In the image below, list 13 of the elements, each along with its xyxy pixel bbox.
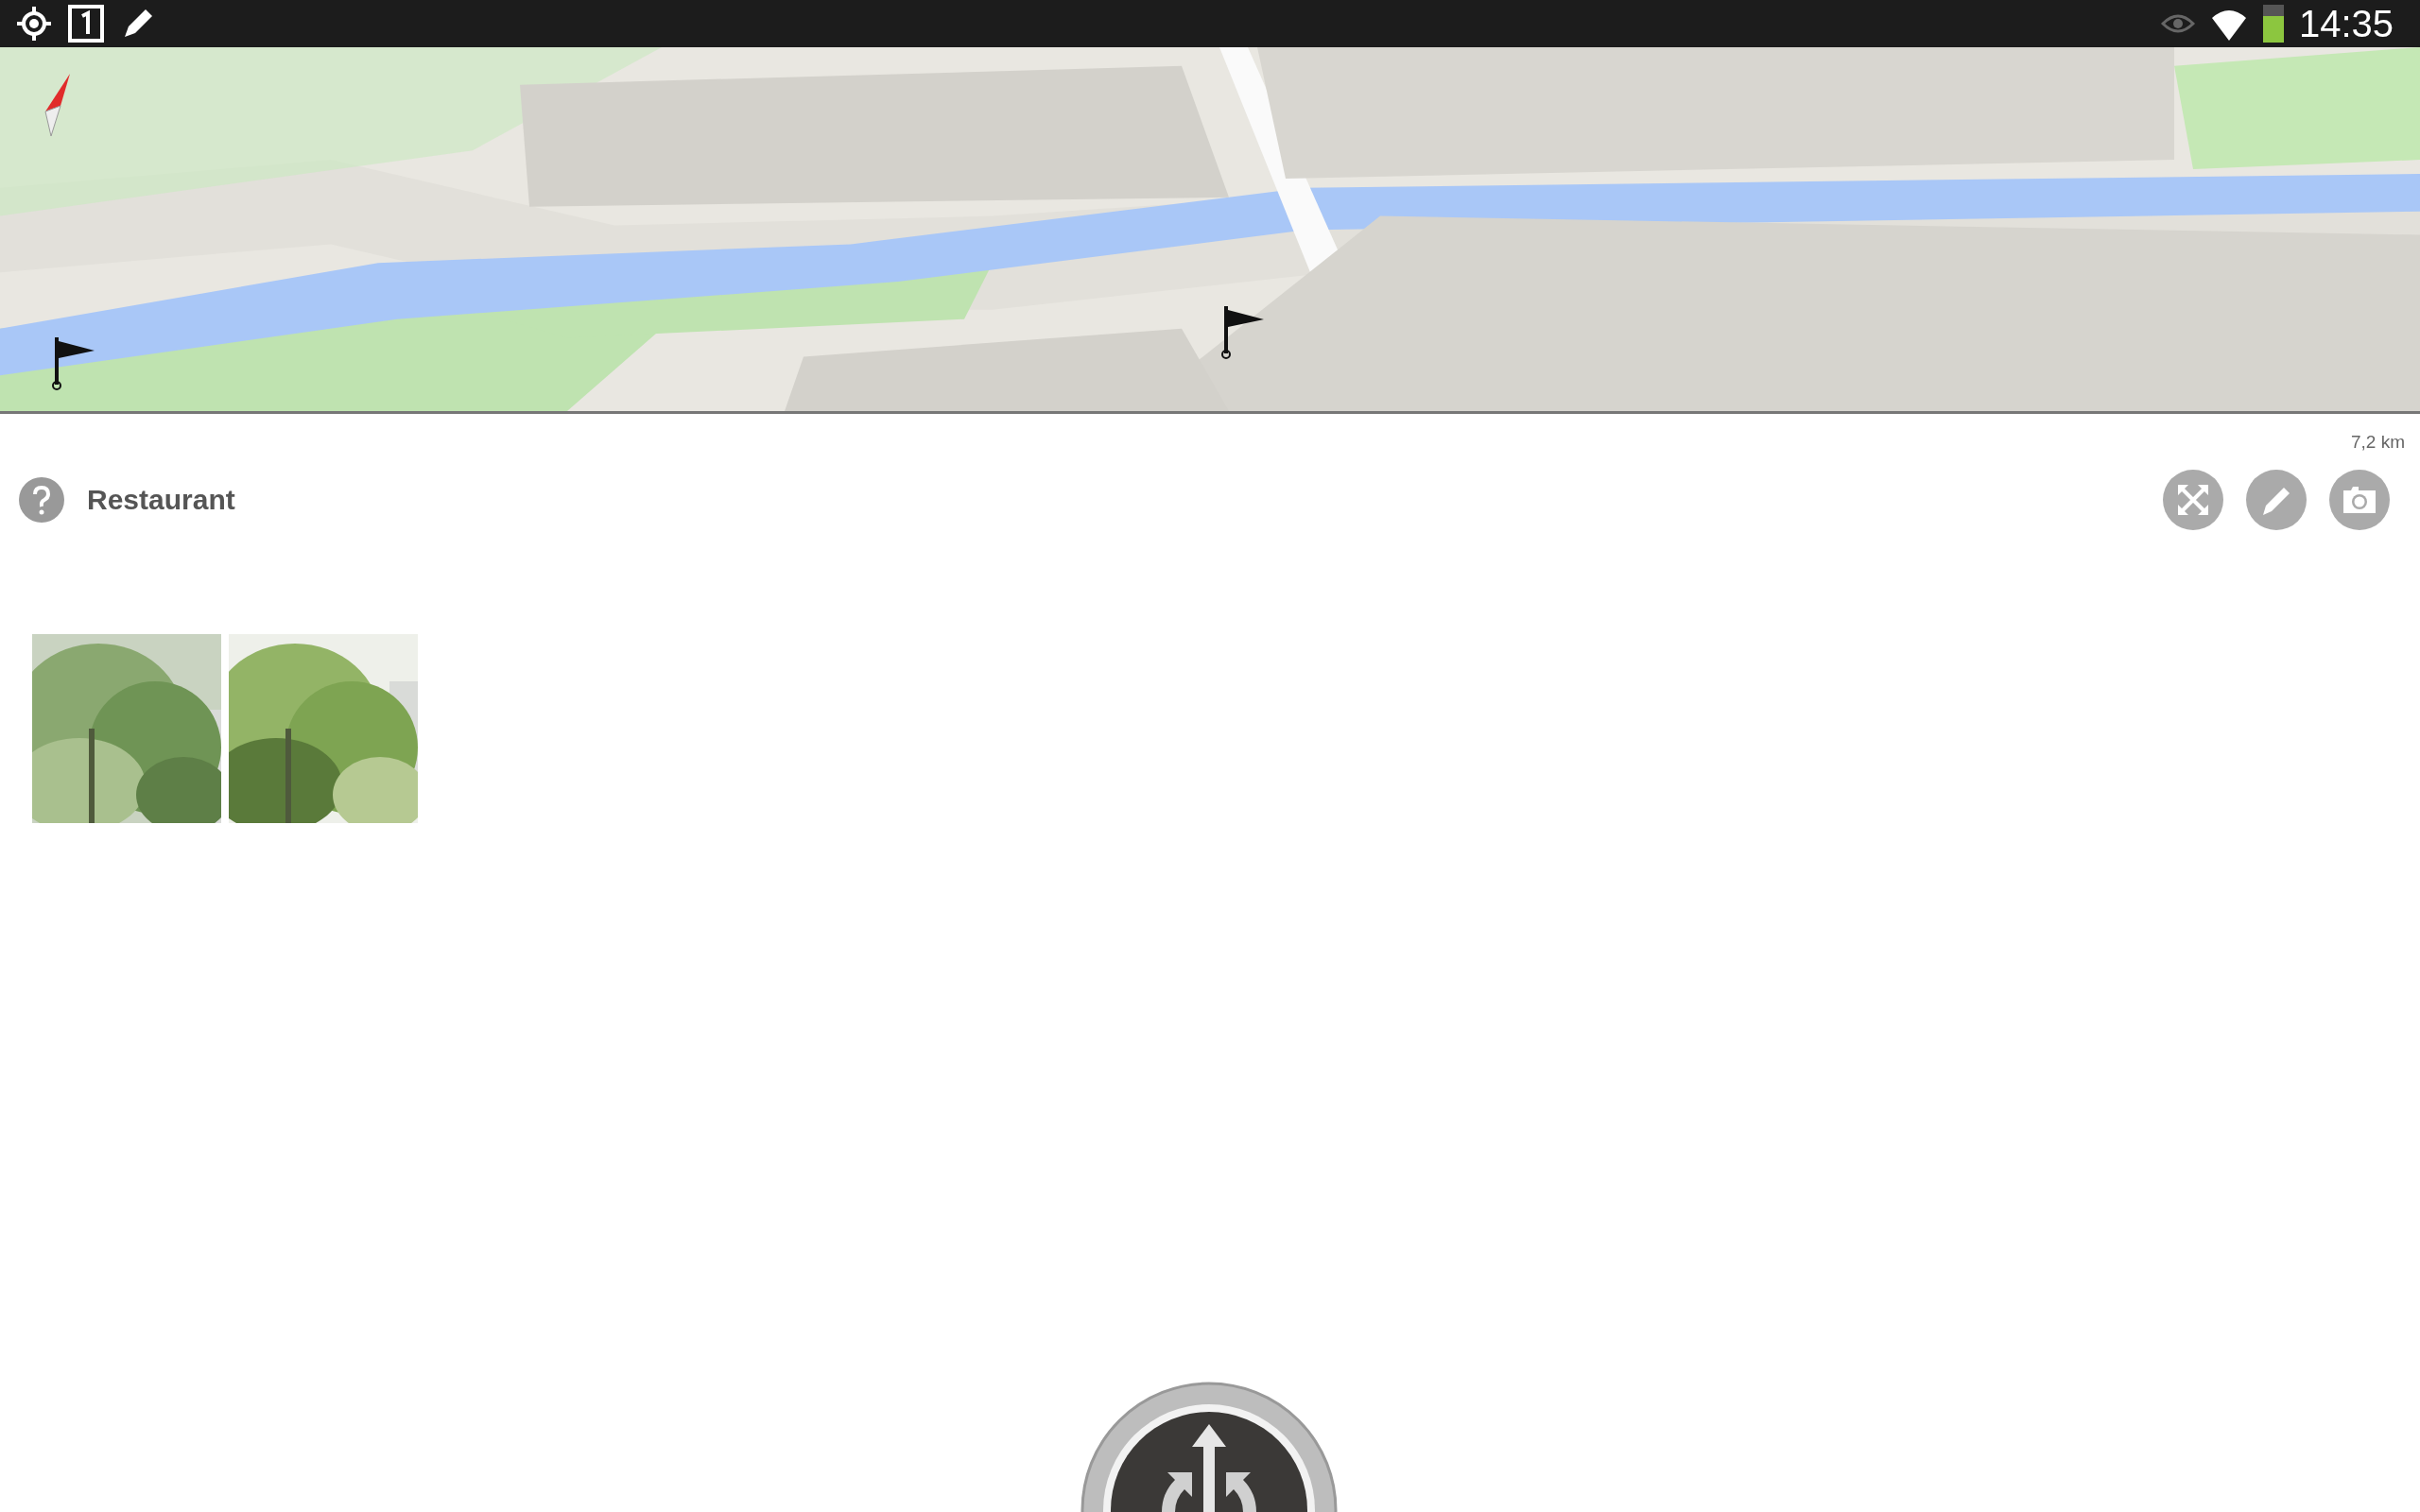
help-icon [19,476,64,523]
expand-icon [2176,482,2210,517]
calendar-icon [68,5,104,43]
location-icon [15,5,53,43]
battery-icon [2262,5,2284,43]
flag-icon [1221,304,1265,359]
camera-icon [2342,484,2377,515]
clock-time: 14:35 [2298,5,2394,43]
distance-label: 7,2 km [2350,431,2405,454]
route-button[interactable] [1080,1382,1338,1512]
place-title: Restaurant [87,483,235,517]
eye-icon [2160,12,2195,35]
flag-icon [52,335,95,390]
